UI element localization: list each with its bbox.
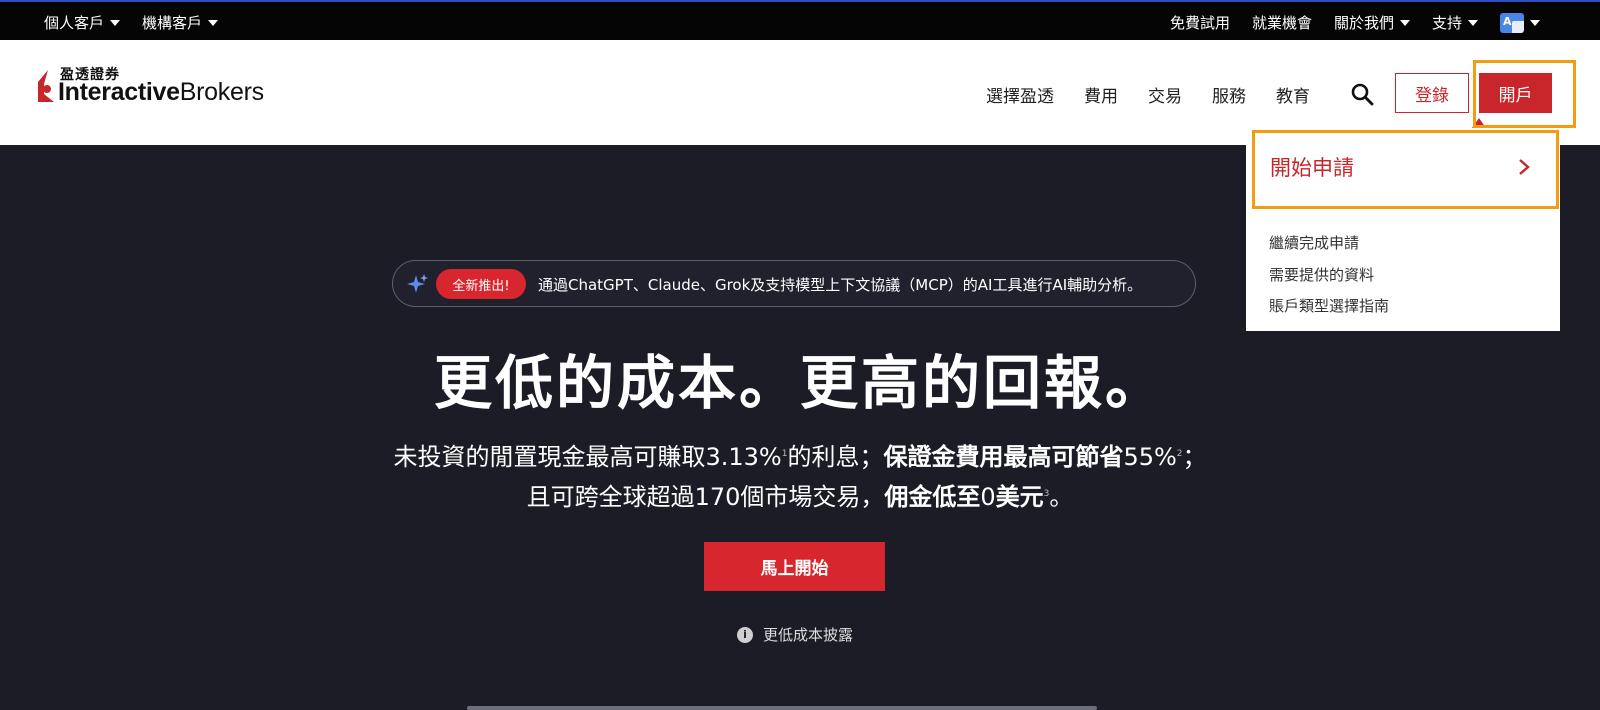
caret-down-icon bbox=[208, 19, 219, 26]
search-icon[interactable] bbox=[1350, 82, 1374, 106]
logo-mark-icon bbox=[38, 70, 54, 102]
menu-individual-clients-label: 個人客戶 bbox=[44, 14, 105, 32]
start-application-item[interactable]: 開始申請 bbox=[1246, 128, 1560, 206]
menu-support[interactable]: 支持 bbox=[1432, 12, 1478, 33]
dropdown-pointer bbox=[1472, 118, 1486, 128]
caret-down-icon bbox=[1399, 19, 1410, 26]
language-selector[interactable]: A bbox=[1500, 12, 1540, 33]
info-icon: i bbox=[737, 626, 753, 643]
line1-end: ； bbox=[1182, 443, 1207, 471]
interest-suffix: 的利息； bbox=[787, 443, 884, 471]
menu-about-us[interactable]: 關於我們 bbox=[1334, 12, 1410, 33]
commission-text: 佣金低至 bbox=[884, 483, 981, 511]
chevron-right-icon bbox=[1519, 159, 1530, 175]
caret-down-icon bbox=[1468, 19, 1478, 26]
link-free-trial[interactable]: 免費試用 bbox=[1170, 12, 1230, 33]
announcement-text: 通過ChatGPT、Claude、Grok及支持模型上下文協議（MCP）的AI工… bbox=[538, 276, 1143, 294]
menu-institutional-clients[interactable]: 機構客戶 bbox=[142, 12, 219, 33]
translate-icon-glyph: A bbox=[1503, 14, 1512, 28]
announcement-banner[interactable]: 全新推出! 通過ChatGPT、Claude、Grok及支持模型上下文協議（MC… bbox=[392, 260, 1196, 307]
open-account-button[interactable]: 開戶 bbox=[1479, 73, 1552, 113]
logo-english-regular: Brokers bbox=[179, 78, 264, 106]
open-account-dropdown: 開始申請 繼續完成申請 需要提供的資料 賬戶類型選擇指南 bbox=[1246, 128, 1560, 331]
caret-down-icon bbox=[110, 19, 121, 26]
nav-pricing[interactable]: 費用 bbox=[1084, 82, 1118, 107]
translate-icon: A bbox=[1500, 12, 1524, 33]
commission-value: 0 bbox=[980, 483, 996, 511]
hero-subtext-line2: 且可跨全球超過170個市場交易，佣金低至0美元3。 bbox=[0, 477, 1600, 512]
logo-english-bold: Interactive bbox=[58, 78, 180, 106]
sparkle-icon bbox=[407, 274, 428, 293]
hero-subtext-line1: 未投資的閒置現金最高可賺取3.13%1的利息；保證金費用最高可節省55%2； bbox=[0, 437, 1600, 472]
link-careers-label: 就業機會 bbox=[1251, 14, 1312, 32]
caret-down-icon bbox=[1530, 19, 1540, 26]
brand-logo[interactable]: 盈透證券 InteractiveBrokers bbox=[34, 64, 294, 124]
start-application-label: 開始申請 bbox=[1270, 156, 1354, 180]
audience-menu: 個人客戶 機構客戶 bbox=[44, 12, 219, 33]
menu-support-label: 支持 bbox=[1431, 14, 1462, 32]
markets-text: 且可跨全球超過170個市場交易， bbox=[526, 483, 885, 511]
menu-institutional-clients-label: 機構客戶 bbox=[142, 14, 203, 32]
line2-end: 。 bbox=[1049, 483, 1074, 511]
required-documents-link[interactable]: 需要提供的資料 bbox=[1269, 264, 1374, 285]
cost-disclosure-link[interactable]: i 更低成本披露 bbox=[737, 624, 853, 645]
nav-trading[interactable]: 交易 bbox=[1148, 82, 1182, 107]
margin-savings-text: 保證金費用最高可節省 bbox=[883, 443, 1124, 471]
margin-savings-value: 55% bbox=[1123, 443, 1177, 471]
nav-why-ibkr[interactable]: 選擇盈透 bbox=[986, 82, 1054, 107]
scroll-edge-divider bbox=[467, 706, 1097, 710]
link-free-trial-label: 免費試用 bbox=[1169, 14, 1230, 32]
login-button[interactable]: 登錄 bbox=[1395, 73, 1469, 113]
cost-disclosure-label: 更低成本披露 bbox=[763, 626, 854, 644]
link-careers[interactable]: 就業機會 bbox=[1252, 12, 1312, 33]
nav-education[interactable]: 教育 bbox=[1276, 82, 1310, 107]
get-started-button[interactable]: 馬上開始 bbox=[704, 542, 885, 591]
continue-application-link[interactable]: 繼續完成申請 bbox=[1269, 232, 1359, 253]
primary-nav: 選擇盈透 費用 交易 服務 教育 bbox=[986, 82, 1310, 107]
hero-headline: 更低的成本。更高的回報。 bbox=[433, 349, 1166, 417]
top-utility-bar: 個人客戶 機構客戶 免費試用 就業機會 關於我們 支持 A bbox=[0, 0, 1600, 40]
new-badge: 全新推出! bbox=[436, 269, 526, 299]
nav-services[interactable]: 服務 bbox=[1212, 82, 1246, 107]
commission-currency: 美元 bbox=[995, 483, 1044, 511]
menu-about-us-label: 關於我們 bbox=[1333, 14, 1394, 32]
utility-menu: 免費試用 就業機會 關於我們 支持 A bbox=[1170, 12, 1540, 33]
cash-interest-text: 未投資的閒置現金最高可賺取3.13% bbox=[393, 443, 782, 471]
logo-english-name: InteractiveBrokers bbox=[58, 78, 264, 107]
menu-individual-clients[interactable]: 個人客戶 bbox=[44, 12, 121, 33]
account-type-guide-link[interactable]: 賬戶類型選擇指南 bbox=[1269, 295, 1389, 316]
